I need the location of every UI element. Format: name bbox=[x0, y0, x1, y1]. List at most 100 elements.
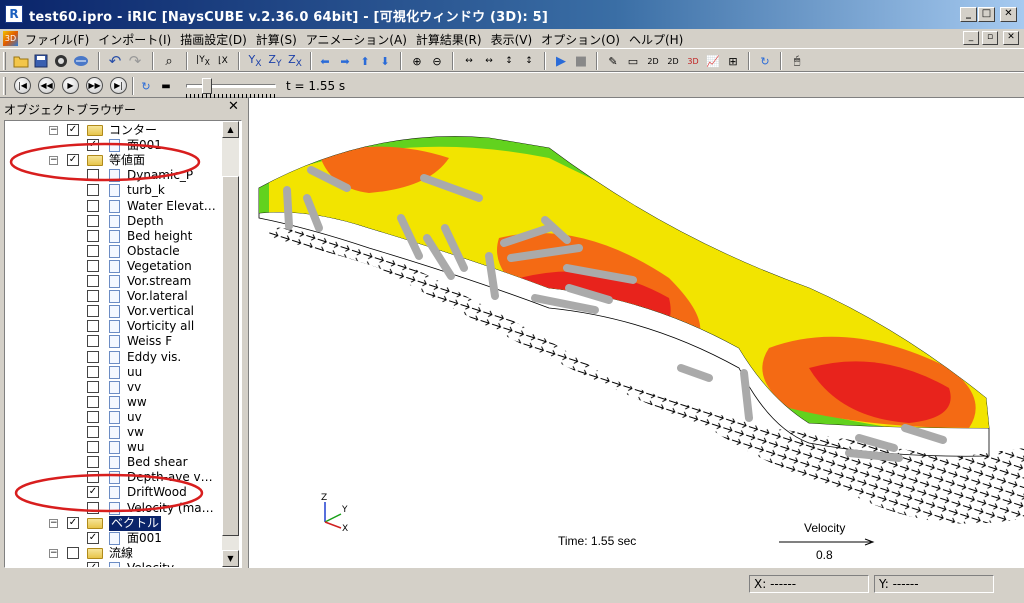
menu-item-8[interactable]: ヘルプ(H) bbox=[626, 30, 689, 48]
collapse-icon[interactable]: − bbox=[49, 518, 58, 528]
close-button[interactable]: ✕ bbox=[1000, 7, 1017, 22]
tree-node[interactable]: − 流線 bbox=[5, 546, 225, 561]
post-3d-icon[interactable]: 3D bbox=[684, 52, 702, 70]
menu-item-2[interactable]: 描画設定(D) bbox=[177, 30, 253, 48]
menu-item-6[interactable]: 表示(V) bbox=[488, 30, 539, 48]
solver-icon[interactable] bbox=[72, 52, 90, 70]
toolbar-grip[interactable] bbox=[3, 52, 6, 70]
zoom-in-x-icon[interactable]: ↔ bbox=[460, 52, 478, 70]
tree-checkbox[interactable] bbox=[87, 380, 99, 393]
tree-checkbox[interactable] bbox=[87, 169, 99, 182]
tree-checkbox[interactable] bbox=[87, 244, 99, 257]
view-zx-icon[interactable]: ZX bbox=[286, 52, 304, 70]
tree-checkbox[interactable] bbox=[87, 395, 99, 408]
redo-icon[interactable]: ↷ bbox=[126, 52, 144, 70]
tree-node[interactable]: Obstacle bbox=[5, 244, 225, 259]
tree-checkbox[interactable] bbox=[87, 184, 99, 197]
mdi-close-button[interactable]: ✕ bbox=[1003, 31, 1019, 45]
tree-checkbox[interactable] bbox=[87, 259, 99, 272]
collapse-icon[interactable]: − bbox=[49, 126, 58, 135]
tree-node[interactable]: wu bbox=[5, 440, 225, 455]
save-icon[interactable] bbox=[32, 52, 50, 70]
tree-checkbox[interactable] bbox=[67, 546, 79, 559]
axis-yz-icon[interactable]: ⌊X bbox=[214, 52, 232, 70]
tree-checkbox[interactable]: ✓ bbox=[87, 561, 99, 567]
tree-node[interactable]: ✓ 面001 bbox=[5, 138, 225, 153]
tree-checkbox[interactable] bbox=[87, 305, 99, 318]
view-zy-icon[interactable]: ZY bbox=[266, 52, 284, 70]
move-up-icon[interactable]: ⬆ bbox=[356, 52, 374, 70]
tree-checkbox[interactable] bbox=[87, 335, 99, 348]
time-slider[interactable] bbox=[186, 78, 278, 98]
pencil-icon[interactable]: ✎ bbox=[604, 52, 622, 70]
menu-item-4[interactable]: アニメーション(A) bbox=[303, 30, 413, 48]
scroll-up-icon[interactable]: ▲ bbox=[222, 121, 239, 138]
tree-node[interactable]: − ✓ ベクトル bbox=[5, 515, 225, 531]
zoom-out-icon[interactable]: ⊖ bbox=[428, 52, 446, 70]
zoom-out-y-icon[interactable]: ↕ bbox=[520, 52, 538, 70]
tree-checkbox[interactable] bbox=[87, 441, 99, 454]
tree-checkbox[interactable]: ✓ bbox=[67, 516, 79, 529]
menu-item-0[interactable]: ファイル(F) bbox=[22, 30, 95, 48]
zoom-in-y-icon[interactable]: ↕ bbox=[500, 52, 518, 70]
tree-node[interactable]: vv bbox=[5, 380, 225, 395]
menu-item-7[interactable]: オプション(O) bbox=[538, 30, 626, 48]
tree-node[interactable]: uv bbox=[5, 410, 225, 425]
tree-checkbox[interactable]: ✓ bbox=[67, 154, 79, 167]
bird-eye-2d-icon[interactable]: 2D bbox=[664, 52, 682, 70]
axis-yx-icon[interactable]: |YX bbox=[194, 52, 212, 70]
result-window-icon[interactable]: ▭ bbox=[624, 52, 642, 70]
tree-node[interactable]: Weiss F bbox=[5, 334, 225, 349]
mouse-icon[interactable]: 🖱 bbox=[788, 52, 806, 70]
zoom-in-icon[interactable]: ⊕ bbox=[408, 52, 426, 70]
tree-checkbox[interactable]: ✓ bbox=[87, 486, 99, 499]
tree-checkbox[interactable] bbox=[87, 471, 99, 484]
play-icon[interactable]: ▶ bbox=[62, 77, 79, 94]
scroll-down-icon[interactable]: ▼ bbox=[222, 550, 239, 567]
tree-checkbox[interactable] bbox=[87, 275, 99, 287]
tree-checkbox[interactable] bbox=[87, 456, 99, 469]
record-icon[interactable]: ▬ bbox=[157, 77, 175, 95]
tree-node[interactable]: uu bbox=[5, 365, 225, 380]
post-2d-icon[interactable]: 2D bbox=[644, 52, 662, 70]
3d-view[interactable]: Z Y X Time: 1.55 sec Velocity 0.8 bbox=[248, 98, 1024, 568]
tree-node[interactable]: vw bbox=[5, 425, 225, 440]
tree-node[interactable]: − ✓ コンター bbox=[5, 123, 225, 138]
mdi-minimize-button[interactable]: _ bbox=[963, 31, 979, 45]
tree-checkbox[interactable]: ✓ bbox=[87, 139, 99, 152]
maximize-button[interactable]: □ bbox=[978, 7, 995, 22]
tree-node[interactable]: − ✓ 等値面 bbox=[5, 153, 225, 168]
tree-checkbox[interactable]: ✓ bbox=[67, 124, 79, 136]
graph-icon[interactable]: 📈 bbox=[704, 52, 722, 70]
tree-checkbox[interactable] bbox=[87, 320, 99, 333]
tree-node[interactable]: Vor.lateral bbox=[5, 289, 225, 304]
scatter-icon[interactable]: ⊞ bbox=[724, 52, 742, 70]
tree-checkbox[interactable] bbox=[87, 290, 99, 303]
tree-node[interactable]: Eddy vis. bbox=[5, 350, 225, 365]
tree-node[interactable]: turb_k bbox=[5, 183, 225, 198]
tree-node[interactable]: Depth bbox=[5, 214, 225, 229]
step-forward-icon[interactable]: ▶▶ bbox=[86, 77, 103, 94]
tree-checkbox[interactable] bbox=[87, 410, 99, 423]
tree-scrollbar[interactable]: ▲ ▼ bbox=[222, 121, 239, 567]
snapshot-icon[interactable] bbox=[52, 52, 70, 70]
tree-node[interactable]: Dynamic_P bbox=[5, 168, 225, 183]
close-panel-icon[interactable]: ✕ bbox=[228, 99, 239, 114]
tree-node[interactable]: Velocity (ma… bbox=[5, 501, 225, 516]
menu-item-5[interactable]: 計算結果(R) bbox=[413, 30, 488, 48]
step-back-icon[interactable]: ◀◀ bbox=[38, 77, 55, 94]
3d-window-icon[interactable]: 3D bbox=[3, 31, 18, 46]
tree-node[interactable]: Vorticity all bbox=[5, 319, 225, 334]
tree-checkbox[interactable] bbox=[87, 501, 99, 514]
tree-node[interactable]: Bed height bbox=[5, 229, 225, 244]
tree-node[interactable]: ww bbox=[5, 395, 225, 410]
tree-node[interactable]: ✓ Velocity bbox=[5, 561, 225, 567]
view-xy-icon[interactable]: YX bbox=[246, 52, 264, 70]
tree-checkbox[interactable] bbox=[87, 365, 99, 378]
tree-node[interactable]: Vor.stream bbox=[5, 274, 225, 289]
tree-checkbox[interactable] bbox=[87, 214, 99, 227]
follow-icon[interactable]: ↻ bbox=[137, 77, 155, 95]
undo-icon[interactable]: ↶ bbox=[106, 52, 124, 70]
tree-checkbox[interactable] bbox=[87, 426, 99, 438]
move-left-icon[interactable]: ⬅ bbox=[316, 52, 334, 70]
